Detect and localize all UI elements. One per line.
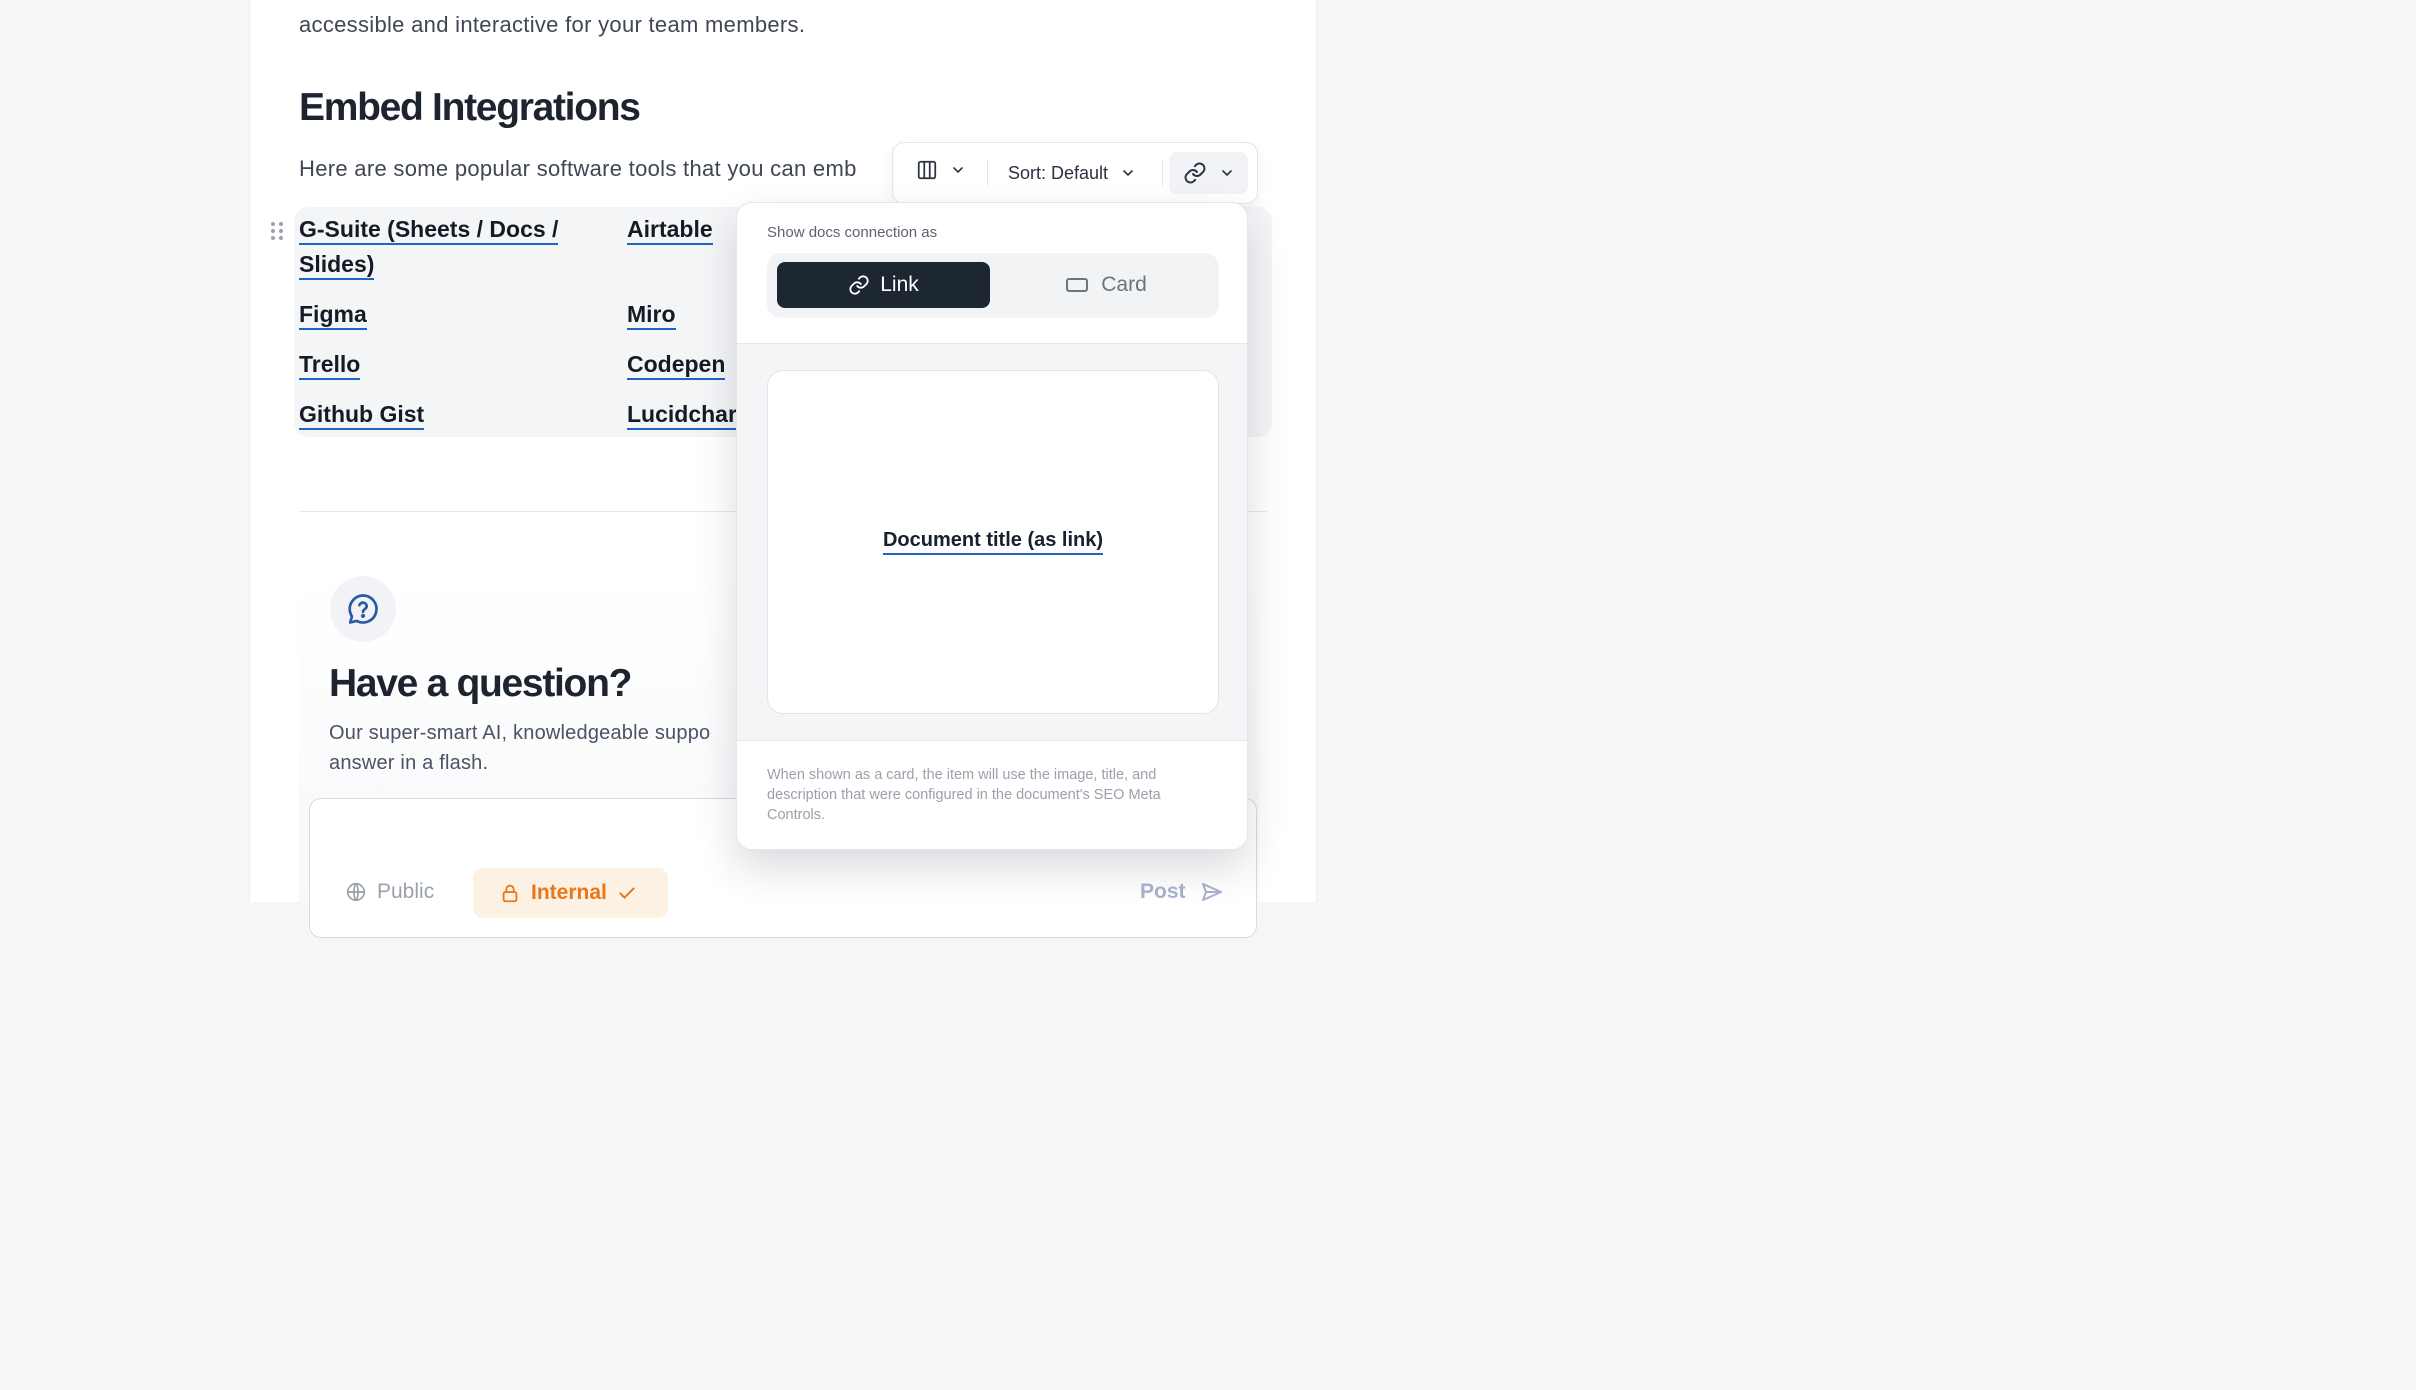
preview-document-link: Document title (as link)	[882, 529, 1104, 555]
embed-link-label: Airtable	[627, 216, 713, 245]
embed-link-label: Trello	[299, 351, 361, 380]
section-lead: Here are some popular software tools tha…	[299, 156, 857, 181]
embed-link-figma[interactable]: Figma	[299, 297, 367, 332]
chevron-down-icon	[953, 167, 963, 174]
chevron-down-icon	[1221, 170, 1232, 177]
embed-link-label: Github Gist	[299, 401, 425, 430]
embed-link-label: Slides)	[299, 251, 375, 280]
question-description-line: Our super-smart AI, knowledgeable suppo	[329, 722, 711, 744]
display-mode-card-label: Card	[1101, 273, 1147, 296]
columns-icon	[917, 160, 937, 180]
question-title: Have a question?	[329, 662, 632, 705]
embed-link-miro[interactable]: Miro	[627, 297, 676, 332]
embed-link-github-gist[interactable]: Github Gist	[299, 397, 425, 432]
display-mode-toggle: Link Card	[767, 253, 1219, 318]
visibility-internal-label: Internal	[531, 881, 607, 904]
visibility-public-label: Public	[377, 880, 435, 903]
section-heading: Embed Integrations	[299, 86, 641, 129]
embed-link-lucidchart[interactable]: Lucidchar	[627, 397, 737, 432]
embed-link-label: Lucidchar	[627, 401, 737, 430]
embed-link-label: Figma	[299, 301, 367, 330]
visibility-internal-option[interactable]: Internal	[473, 868, 668, 918]
post-button[interactable]: Post	[1140, 880, 1224, 904]
columns-dropdown[interactable]	[916, 159, 966, 181]
drag-handle-icon[interactable]	[270, 221, 286, 241]
preview-area: Document title (as link)	[737, 343, 1247, 741]
display-mode-card-button[interactable]: Card	[1003, 262, 1209, 308]
display-mode-link-button[interactable]: Link	[777, 262, 990, 308]
post-button-label: Post	[1140, 880, 1186, 903]
embed-link-gsuite[interactable]: G-Suite (Sheets / Docs / Slides)	[299, 212, 559, 282]
embed-link-label: Miro	[627, 301, 676, 330]
question-description: Our super-smart AI, knowledgeable suppo …	[329, 718, 749, 778]
checkmark-icon	[619, 887, 635, 899]
embed-link-airtable[interactable]: Airtable	[627, 212, 713, 247]
popover-footnote: When shown as a card, the item will use …	[767, 767, 1161, 823]
display-mode-link-label: Link	[880, 273, 919, 296]
lock-icon	[502, 884, 518, 903]
toolbar-separator	[1162, 160, 1163, 186]
question-description-line: answer in a flash.	[329, 752, 489, 774]
sort-label: Sort: Default	[1008, 162, 1109, 183]
link-icon	[849, 275, 869, 295]
link-icon	[1184, 162, 1205, 184]
intro-text-tail: accessible and interactive for your team…	[299, 12, 806, 37]
chevron-down-icon	[1123, 170, 1133, 177]
card-icon	[1066, 278, 1089, 292]
send-icon	[1201, 883, 1222, 901]
sort-dropdown[interactable]: Sort: Default	[1008, 160, 1136, 186]
embed-link-label: G-Suite (Sheets / Docs /	[299, 216, 559, 245]
globe-icon	[346, 882, 366, 902]
popover-label: Show docs connection as	[767, 224, 938, 241]
embed-link-trello[interactable]: Trello	[299, 347, 361, 382]
link-style-dropdown[interactable]	[1169, 152, 1248, 194]
embed-link-label: Codepen	[627, 351, 726, 380]
preview-card: Document title (as link)	[767, 370, 1219, 714]
embed-link-codepen[interactable]: Codepen	[627, 347, 726, 382]
toolbar-separator	[987, 160, 988, 186]
link-style-popover: Show docs connection as Link Card Docume…	[736, 202, 1248, 850]
question-icon-badge	[330, 576, 396, 642]
visibility-public-option[interactable]: Public	[345, 880, 434, 904]
question-bubble-icon	[348, 594, 378, 624]
